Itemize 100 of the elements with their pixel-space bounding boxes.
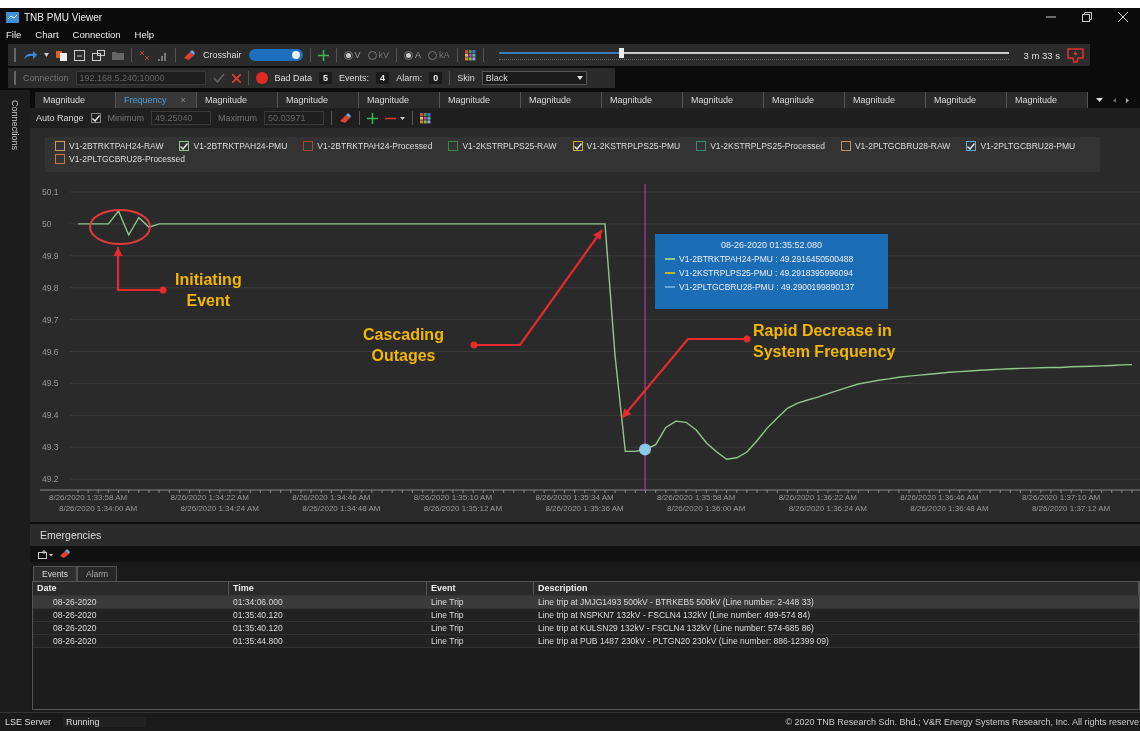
tab[interactable]: Magnitude (1007, 92, 1088, 108)
legend-label: V1-2KSTRPLPS25-Processed (710, 141, 825, 151)
column-header[interactable]: Event (427, 582, 534, 595)
tab[interactable]: Magnitude (440, 92, 521, 108)
tab[interactable]: Frequency × (116, 92, 197, 108)
restore-icon[interactable] (1082, 12, 1092, 22)
axis-label: 8/26/2020 1:35:12 AM (423, 504, 503, 513)
menu-item[interactable]: File (6, 28, 22, 40)
minimum-label: Minimum (107, 113, 145, 123)
menu-item[interactable]: Connection (72, 28, 121, 40)
tab[interactable]: Alarm (77, 566, 118, 581)
bad-data-label: Bad Data (274, 73, 313, 83)
column-header[interactable]: Date (33, 582, 229, 595)
legend-checkbox[interactable] (966, 141, 977, 151)
tab[interactable]: Magnitude (278, 92, 359, 108)
tab[interactable]: Magnitude (197, 92, 278, 108)
axis-label: 49.7 (42, 314, 59, 325)
table-cell-text: 08-26-2020 (52, 596, 98, 608)
events-label: Events: (339, 73, 370, 83)
axis-label: 49.5 (42, 378, 59, 389)
legend-label: V1-2PLTGCBRU28-Processed (69, 154, 186, 164)
table-cell-text: Line Trip (430, 635, 465, 647)
window-icon[interactable] (92, 49, 105, 61)
eraser-icon[interactable] (183, 49, 196, 61)
folder-icon[interactable] (112, 50, 124, 60)
tab[interactable]: Magnitude (35, 92, 116, 108)
copyright-text: © 2020 TNB Research Sdn. Bhd.; V&R Energy Systems Research, Inc. All rights reserve (785, 717, 1139, 727)
axis-label: 50 (42, 218, 52, 229)
tooltip-value: V1-2PLTGCBRU28-PMU : 49.2900199890137 (679, 282, 855, 292)
tab[interactable]: Magnitude (683, 92, 764, 108)
legend-checkbox[interactable] (448, 141, 459, 151)
column-header[interactable]: Time (229, 582, 427, 595)
legend-checkbox[interactable] (572, 141, 583, 151)
tab[interactable]: Magnitude (926, 92, 1007, 108)
slider-thumb[interactable] (618, 48, 624, 58)
tab[interactable]: Events (33, 566, 77, 581)
tab[interactable]: Magnitude (845, 92, 926, 108)
axis-label: 50.1 (42, 186, 59, 197)
axis-label: 49.3 (42, 442, 59, 453)
legend-checkbox[interactable] (303, 141, 314, 151)
table-cell-text: 08-26-2020 (52, 609, 98, 621)
playback-slider[interactable] (498, 47, 1009, 63)
server-label: LSE Server (4, 717, 53, 727)
dropdown-caret-icon[interactable] (1096, 98, 1103, 102)
menu-item[interactable]: Help (134, 28, 155, 40)
tab[interactable]: Magnitude (764, 92, 845, 108)
legend-checkbox[interactable] (696, 141, 707, 151)
side-panel-tab[interactable]: Connections (10, 90, 20, 151)
scroll-right-icon[interactable] (1126, 97, 1129, 103)
menu-item[interactable]: Chart (35, 28, 59, 40)
tooltip-title: 08-26-2020 01:35:52.080 (720, 240, 824, 250)
legend-label: V1-2BTRKTPAH24-Processed (317, 141, 433, 151)
app-icon (6, 11, 19, 23)
table-cell-text: 08-26-2020 (52, 622, 98, 634)
legend-label: V1-2PLTGCBRU28-RAW (854, 141, 951, 151)
table-row[interactable]: 08-26-2020 01:35:40.120 Line Trip Line trip at NSPKN7 132kV - FSCLN4 132kV (Line number: 499-574 84) (33, 609, 1139, 622)
table-cell-text: 01:35:40.120 (232, 622, 284, 634)
redo-arrow-icon[interactable] (23, 50, 37, 60)
connection-label: Connection (23, 73, 69, 83)
export-icon[interactable] (38, 549, 54, 559)
caret-icon[interactable] (44, 53, 49, 57)
legend-checkbox[interactable] (179, 141, 190, 151)
check-icon[interactable] (212, 73, 225, 83)
axis-label: 8/26/2020 1:34:48 AM (302, 504, 381, 513)
alarm-count: 0 (429, 72, 443, 84)
tab[interactable]: Magnitude (602, 92, 683, 108)
crosshair-label: Crosshair (203, 50, 242, 60)
palette-icon[interactable] (464, 49, 476, 61)
alarm-icon[interactable] (1067, 47, 1084, 63)
tab[interactable]: Magnitude (359, 92, 440, 108)
legend-checkbox[interactable] (840, 141, 851, 151)
tab[interactable]: Magnitude (521, 92, 602, 108)
window-title: TNB PMU Viewer (24, 11, 103, 23)
axis-label: 8/26/2020 1:35:10 AM (413, 493, 493, 502)
axis-label: 8/26/2020 1:37:10 AM (1021, 493, 1101, 502)
table-row[interactable]: 08-26-2020 01:34:06.000 Line Trip Line trip at JMJG1493 500kV - BTRKEB5 500kV (Line number: 2-448 33) (33, 596, 1139, 609)
table-cell-text: 08-26-2020 (52, 635, 98, 647)
plus-icon[interactable] (317, 49, 329, 61)
eraser-icon[interactable] (59, 549, 71, 559)
copy-icon[interactable] (56, 49, 67, 61)
crosshair-toggle[interactable] (248, 49, 303, 61)
legend-checkbox[interactable] (55, 154, 65, 164)
scroll-left-icon[interactable] (1113, 97, 1116, 103)
check-icon (967, 142, 976, 150)
table-row[interactable]: 08-26-2020 01:35:44.800 Line Trip Line trip at PUB 1487 230kV - PLTGN20 230kV (Line number: 886-12399 09) (33, 635, 1139, 648)
save-icon[interactable] (74, 49, 85, 61)
axis-label: 49.2 (42, 474, 59, 485)
palette-icon[interactable] (420, 112, 432, 124)
column-header[interactable]: Description (534, 582, 1139, 595)
axis-label: 8/26/2020 1:36:46 AM (900, 493, 979, 502)
scatter-icon[interactable] (139, 49, 150, 61)
eraser-icon[interactable] (339, 112, 353, 124)
check-icon (180, 142, 189, 150)
plus-icon[interactable] (367, 112, 379, 124)
tooltip-value: V1-2KSTRPLPS25-PMU : 49.2918395996094 (679, 268, 853, 278)
legend-checkbox[interactable] (55, 141, 65, 151)
axis-label: 8/26/2020 1:35:34 AM (535, 493, 614, 502)
table-row[interactable]: 08-26-2020 01:35:40.120 Line Trip Line trip at KULSN29 132kV - FSCLN4 132kV (Line number: 574-685 86) (33, 622, 1139, 635)
axis-label: 8/26/2020 1:34:22 AM (170, 493, 249, 502)
close-icon[interactable] (1118, 12, 1128, 22)
